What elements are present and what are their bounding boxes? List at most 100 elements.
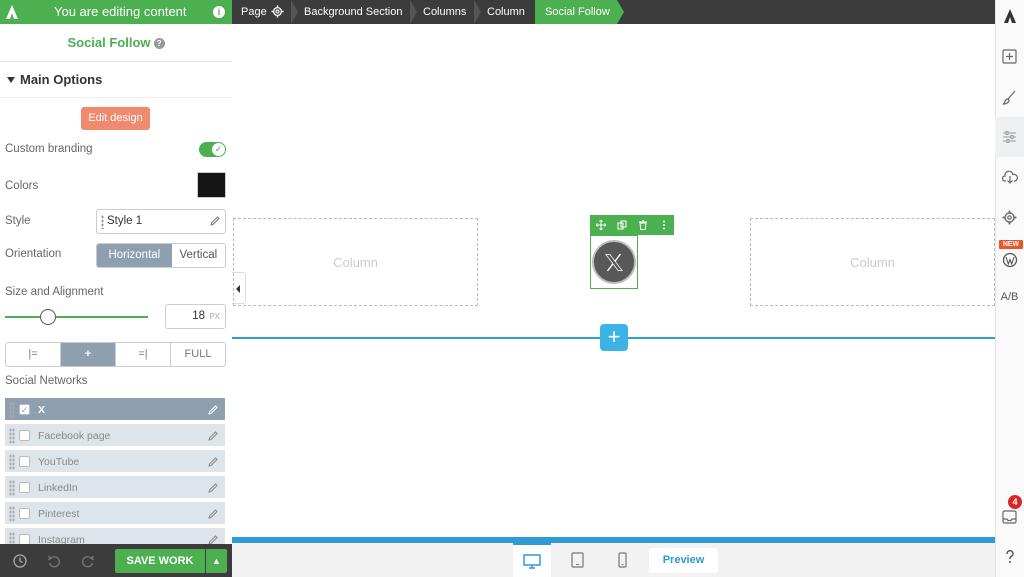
drag-handle-icon[interactable]: [9, 480, 15, 496]
breadcrumb-column[interactable]: Column: [487, 0, 525, 24]
brush-icon[interactable]: [995, 77, 1024, 117]
top-bar: You are editing content i Page Backgroun…: [0, 0, 995, 24]
pencil-icon[interactable]: [207, 508, 219, 520]
custom-branding-label: Custom branding: [5, 143, 93, 155]
duplicate-icon[interactable]: [611, 215, 632, 235]
pencil-icon[interactable]: [207, 534, 219, 544]
network-item-x[interactable]: ✓ X: [5, 398, 225, 422]
column-placeholder-left[interactable]: Column: [233, 218, 478, 306]
breadcrumb-separator: [474, 0, 481, 24]
pencil-icon[interactable]: [207, 482, 219, 494]
breadcrumb-background-section[interactable]: Background Section: [304, 0, 402, 24]
align-center-button[interactable]: +: [61, 343, 116, 366]
pencil-icon[interactable]: [207, 430, 219, 442]
pencil-icon[interactable]: [207, 456, 219, 468]
network-label: X: [38, 404, 46, 416]
breadcrumb-page[interactable]: Page: [241, 0, 267, 24]
breadcrumb-social-follow[interactable]: Social Follow: [545, 0, 610, 24]
style-select[interactable]: Style 1: [96, 209, 226, 234]
network-checkbox[interactable]: [19, 508, 30, 519]
network-checkbox[interactable]: [19, 456, 30, 467]
settings-sliders-icon[interactable]: [995, 117, 1024, 157]
panel-title-text: Social Follow: [67, 35, 151, 50]
add-element-icon[interactable]: [995, 36, 1024, 76]
size-slider-track[interactable]: [5, 316, 148, 318]
check-icon: ✓: [212, 143, 225, 156]
column-placeholder-right[interactable]: Column: [750, 218, 995, 306]
align-right-button[interactable]: =|: [116, 343, 171, 366]
history-icon[interactable]: [12, 553, 28, 569]
cloud-download-icon[interactable]: [995, 157, 1024, 197]
help-icon[interactable]: ?: [153, 38, 165, 50]
editing-banner: You are editing content: [24, 0, 232, 24]
move-icon[interactable]: [590, 215, 611, 235]
drag-handle-icon[interactable]: [9, 506, 15, 522]
drag-dots-icon: [101, 215, 104, 229]
network-checkbox[interactable]: [19, 534, 30, 544]
network-checkbox[interactable]: ✓: [19, 404, 30, 415]
preview-button[interactable]: Preview: [649, 548, 718, 573]
drag-handle-icon[interactable]: [9, 428, 15, 444]
align-left-button[interactable]: |=: [6, 343, 61, 366]
pencil-icon[interactable]: [207, 404, 219, 416]
thrive-logo-icon[interactable]: [995, 0, 1024, 32]
drag-handle-icon[interactable]: [9, 402, 15, 418]
size-unit: PX: [209, 312, 220, 321]
breadcrumb-separator: [410, 0, 417, 24]
size-input[interactable]: 18 PX: [165, 304, 226, 329]
edit-design-button[interactable]: Edit design: [81, 107, 150, 130]
orientation-horizontal[interactable]: Horizontal: [97, 244, 172, 267]
undo-icon[interactable]: [46, 553, 62, 569]
network-item-instagram[interactable]: Instagram: [5, 528, 225, 544]
save-options-chevron-icon[interactable]: ▲: [206, 549, 227, 573]
trash-icon[interactable]: [632, 215, 653, 235]
breadcrumb-separator: [291, 0, 298, 24]
help-question-icon[interactable]: [995, 537, 1024, 577]
network-item-facebook[interactable]: Facebook page: [5, 424, 225, 448]
size-alignment-label: Size and Alignment: [5, 286, 104, 298]
breadcrumb-columns[interactable]: Columns: [423, 0, 466, 24]
network-label: Instagram: [38, 534, 85, 544]
align-full-button[interactable]: FULL: [171, 343, 225, 366]
main-options-header[interactable]: Main Options: [0, 62, 232, 98]
size-value: 18: [192, 310, 205, 322]
network-label: YouTube: [38, 456, 80, 468]
orientation-vertical[interactable]: Vertical: [172, 244, 225, 267]
network-checkbox[interactable]: [19, 482, 30, 493]
ab-label: A/B: [1000, 291, 1019, 303]
colors-label: Colors: [5, 180, 39, 192]
pencil-icon[interactable]: [209, 215, 221, 227]
wordpress-icon[interactable]: [995, 240, 1024, 280]
gear-icon[interactable]: [995, 197, 1024, 237]
custom-branding-toggle[interactable]: ✓: [199, 142, 226, 157]
network-label: Facebook page: [38, 430, 111, 442]
network-item-linkedin[interactable]: LinkedIn: [5, 476, 225, 500]
network-item-youtube[interactable]: YouTube: [5, 450, 225, 474]
element-toolbar: [590, 215, 674, 235]
info-icon[interactable]: i: [213, 6, 225, 18]
network-label: Pinterest: [38, 508, 80, 520]
mobile-view-icon[interactable]: [603, 543, 641, 577]
network-checkbox[interactable]: [19, 430, 30, 441]
desktop-view-icon[interactable]: [513, 543, 551, 577]
notifications-icon[interactable]: [995, 497, 1024, 537]
more-options-icon[interactable]: [653, 215, 674, 235]
gear-icon[interactable]: [271, 5, 284, 23]
orientation-label: Orientation: [5, 248, 62, 260]
social-networks-label: Social Networks: [5, 375, 88, 387]
style-label: Style: [5, 215, 31, 227]
drag-handle-icon[interactable]: [9, 454, 15, 470]
x-social-icon[interactable]: [592, 240, 636, 284]
color-swatch[interactable]: [197, 172, 226, 198]
thrive-logo-icon[interactable]: [0, 0, 24, 24]
tablet-view-icon[interactable]: [558, 543, 596, 577]
ab-test-icon[interactable]: A/B: [995, 277, 1024, 317]
size-slider-handle[interactable]: [40, 309, 56, 325]
main-options-label: Main Options: [20, 72, 103, 87]
drag-handle-icon[interactable]: [9, 532, 15, 544]
network-item-pinterest[interactable]: Pinterest: [5, 502, 225, 526]
add-element-button[interactable]: +: [600, 324, 628, 351]
save-work-button[interactable]: SAVE WORK: [115, 549, 205, 573]
redo-icon[interactable]: [80, 553, 96, 569]
panel-title: Social Follow?: [0, 24, 232, 62]
